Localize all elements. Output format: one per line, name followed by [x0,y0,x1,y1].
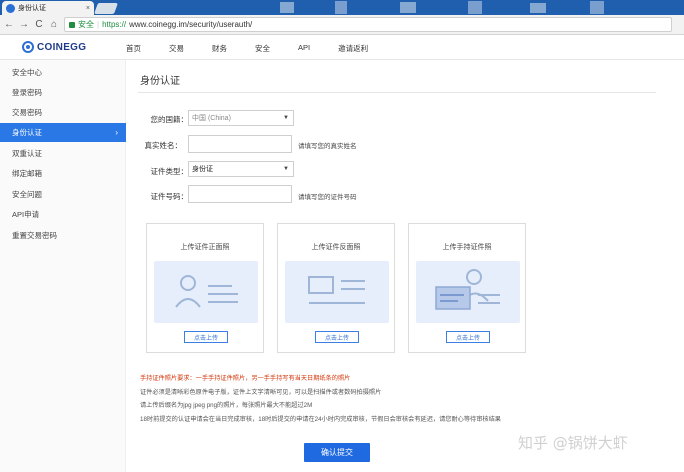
address-separator: | [97,20,100,29]
id-back-placeholder-icon [285,261,389,323]
tab-title: 身份认证 [18,5,46,12]
sidebar-item-label: 重置交易密码 [12,231,57,240]
upload-card-title: 上传证件正面照 [180,244,230,251]
url-scheme: https:// [102,20,127,29]
tabbar-background-decoration [280,1,604,14]
id-number-input[interactable] [188,185,292,203]
nav-home[interactable]: 首页 [126,43,141,54]
dropdown-caret-icon: ▼ [283,115,289,121]
id-front-placeholder-icon [154,261,258,323]
site-header: COINEGG 首页 交易 财务 安全 API 邀请返利 [0,36,684,60]
real-name-label: 真实姓名： [144,141,183,150]
watermark: 知乎 @锅饼大虾 [518,434,628,452]
back-icon[interactable]: ← [4,19,14,30]
main-content: 身份认证 您的国籍： 中国 (China) ▼ 真实姓名： 请填写您的真实姓名 … [126,60,684,472]
upload-id-handheld-button[interactable]: 点击上传 [446,331,490,343]
id-number-hint: 请填写您的证件号码 [298,194,357,201]
browser-tab[interactable]: 身份认证 × [2,1,94,15]
sidebar-item-label: 身份认证 [12,128,42,137]
requirement-line: 请上传后缀名为jpg jpeg png的照片，每张照片最大不能超过2M [140,402,313,409]
nav-security[interactable]: 安全 [255,43,270,54]
sidebar-item-label: 登录密码 [12,88,42,97]
dropdown-caret-icon: ▼ [283,166,289,172]
sidebar-item-security-center[interactable]: 安全中心 [0,63,126,82]
id-handheld-placeholder-icon [416,261,520,323]
sidebar-item-trade-password[interactable]: 交易密码 [0,103,126,122]
sidebar-item-security-question[interactable]: 安全问题 [0,185,126,204]
real-name-input[interactable] [188,135,292,153]
nav-invite[interactable]: 邀请返利 [338,43,368,54]
address-bar[interactable]: 安全 | https://www.coinegg.im/security/use… [64,17,672,32]
nav-api[interactable]: API [298,43,310,54]
sidebar-item-api[interactable]: API申请 [0,205,126,224]
sidebar-item-login-password[interactable]: 登录密码 [0,83,126,102]
forward-icon[interactable]: → [19,19,29,30]
country-value: 中国 (China) [192,115,231,122]
requirement-line: 18时前提交的认证申请会在当日完成审核，18时后提交的申请在24小时内完成审核，… [140,415,501,423]
upload-card-title: 上传证件反面照 [311,244,361,251]
upload-card-id-handheld: 上传手持证件照 点击上传 [408,223,526,353]
upload-requirements: 手持证件照片要求：一手手持证件照片，另一手手持写有当天日期纸条的照片 证件必须是… [140,372,501,426]
chevron-right-icon: › [115,128,118,137]
lock-icon [69,21,75,28]
upload-id-front-button[interactable]: 点击上传 [184,331,228,343]
sidebar-item-two-factor[interactable]: 双重认证 [0,144,126,163]
browser-toolbar: ← → C ⌂ 安全 | https://www.coinegg.im/secu… [0,15,684,35]
requirement-warning: 手持证件照片要求：一手手持证件照片，另一手手持写有当天日期纸条的照片 [140,375,351,382]
upload-id-back-button[interactable]: 点击上传 [315,331,359,343]
id-number-label: 证件号码： [150,192,189,201]
sidebar-item-label: 双重认证 [12,149,42,158]
title-divider [138,92,656,93]
tab-close-icon[interactable]: × [86,5,90,12]
secure-label: 安全 [78,20,94,29]
browser-tabbar: 身份认证 × [0,0,684,15]
sidebar-item-label: API申请 [12,210,40,219]
coinegg-logo-icon [22,41,34,53]
sidebar-item-label: 绑定邮箱 [12,169,42,178]
country-select[interactable]: 中国 (China) ▼ [188,110,294,126]
sidebar-item-label: 安全问题 [12,190,42,199]
logo-text: COINEGG [37,41,87,53]
sidebar-item-label: 安全中心 [12,68,42,77]
country-label: 您的国籍： [150,115,189,124]
reload-icon[interactable]: C [34,19,44,30]
new-tab-button[interactable] [93,3,119,14]
site-favicon-icon [6,3,15,13]
sidebar-item-label: 交易密码 [12,108,42,117]
url-path: www.coinegg.im/security/userauth/ [129,20,253,29]
page-title: 身份认证 [140,76,180,87]
id-type-value: 身份证 [192,166,213,173]
id-type-select[interactable]: 身份证 ▼ [188,161,294,177]
id-type-label: 证件类型： [150,167,189,176]
site-logo[interactable]: COINEGG [22,41,86,53]
security-sidebar: 安全中心 登录密码 交易密码 身份认证 › 双重认证 绑定邮箱 安全问题 API申… [0,60,126,472]
real-name-hint: 请填写您的真实姓名 [298,143,357,150]
upload-card-title: 上传手持证件照 [442,244,492,251]
requirement-line: 证件必须是清晰彩色原件电子版，证件上文字清晰可见，可以是扫描件或者数码拍摄照片 [140,388,382,396]
upload-card-id-back: 上传证件反面照 点击上传 [277,223,395,353]
home-icon[interactable]: ⌂ [49,19,59,30]
submit-button[interactable]: 确认提交 [304,443,370,462]
sidebar-item-reset-trade-password[interactable]: 重置交易密码 [0,226,126,245]
sidebar-item-identity-verification[interactable]: 身份认证 › [0,123,126,142]
nav-finance[interactable]: 财务 [212,43,227,54]
sidebar-item-bind-email[interactable]: 绑定邮箱 [0,164,126,183]
top-navigation: 首页 交易 财务 安全 API 邀请返利 [126,43,368,54]
nav-trade[interactable]: 交易 [169,43,184,54]
upload-card-id-front: 上传证件正面照 点击上传 [146,223,264,353]
